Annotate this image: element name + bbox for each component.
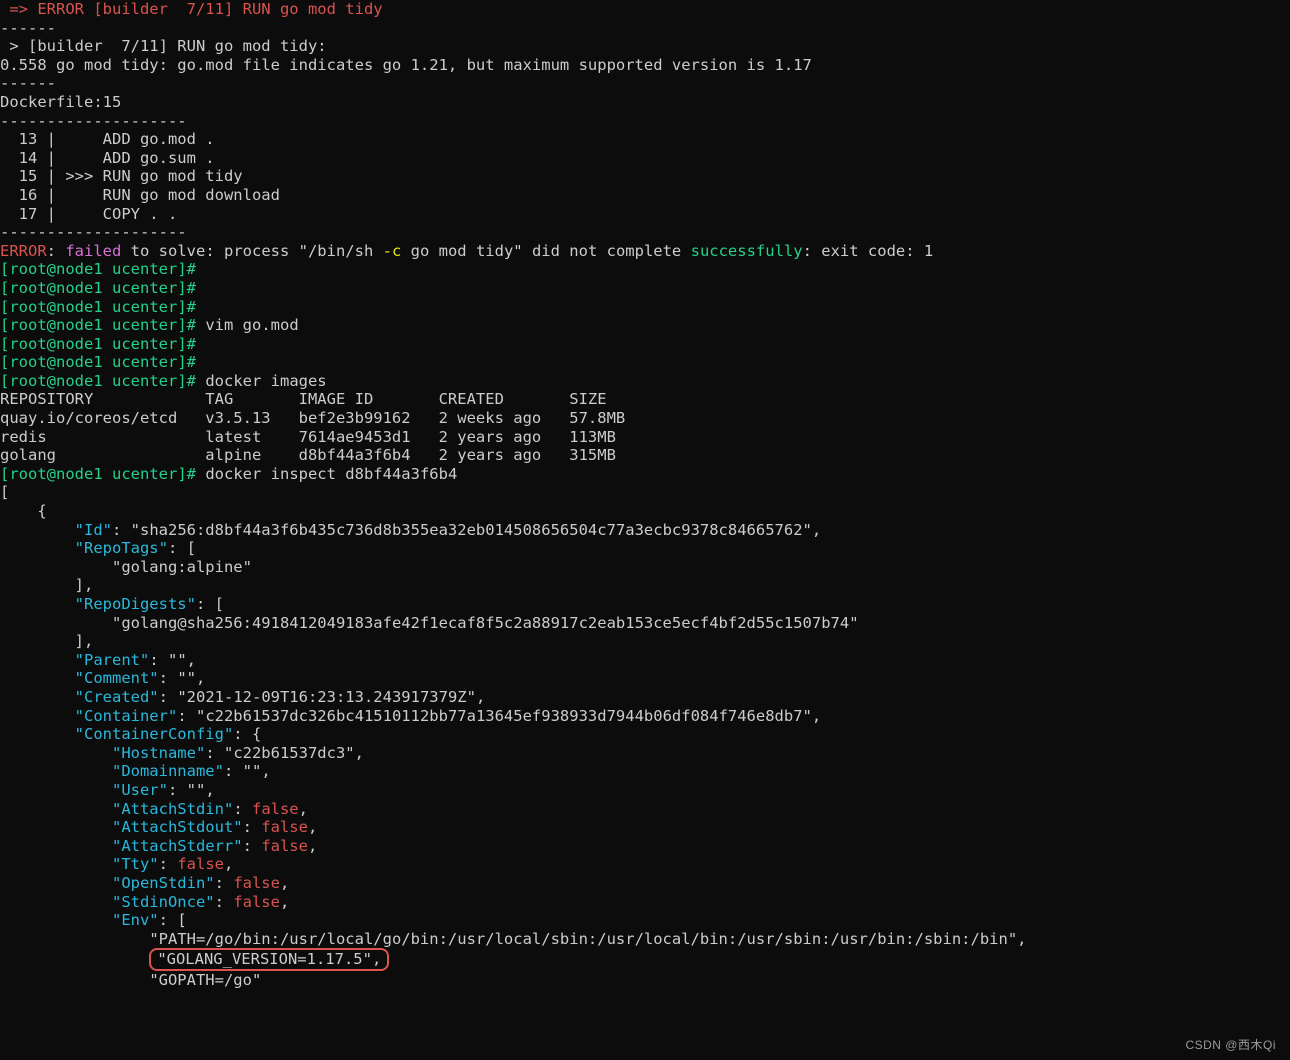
table-row: golang alpine d8bf44a3f6b4 2 years ago 3… bbox=[0, 446, 616, 464]
json-key: "AttachStdout" bbox=[112, 818, 243, 836]
error-label: ERROR bbox=[0, 242, 47, 260]
json-string: "golang:alpine" bbox=[112, 558, 252, 576]
json-string: "GOPATH=/go" bbox=[149, 971, 261, 989]
json-key: "Id" bbox=[75, 521, 112, 539]
log-line: 0.558 go mod tidy: go.mod file indicates… bbox=[0, 56, 812, 74]
json-key: "StdinOnce" bbox=[112, 893, 215, 911]
json-bool: false bbox=[261, 837, 308, 855]
json-key: "ContainerConfig" bbox=[75, 725, 234, 743]
shell-prompt: root@node1 ucenter bbox=[9, 260, 177, 278]
json-string: "" bbox=[187, 781, 206, 799]
shell-prompt: root@node1 ucenter bbox=[9, 316, 177, 334]
json-key: "Tty" bbox=[112, 855, 159, 873]
json-key: "RepoDigests" bbox=[75, 595, 196, 613]
log-line: > [builder 7/11] RUN go mod tidy: bbox=[0, 37, 327, 55]
json-line: ], bbox=[0, 632, 93, 650]
table-row: quay.io/coreos/etcd v3.5.13 bef2e3b99162… bbox=[0, 409, 625, 427]
shell-prompt: root@node1 ucenter bbox=[9, 353, 177, 371]
divider: ------ bbox=[0, 74, 56, 92]
json-bool: false bbox=[177, 855, 224, 873]
json-key: "Created" bbox=[75, 688, 159, 706]
divider: -------------------- bbox=[0, 223, 187, 241]
json-string: "" bbox=[243, 762, 262, 780]
cmd-docker-images: docker images bbox=[205, 372, 326, 390]
json-key: "Comment" bbox=[75, 669, 159, 687]
dockerfile-line: 16 | RUN go mod download bbox=[0, 186, 280, 204]
table-row: redis latest 7614ae9453d1 2 years ago 11… bbox=[0, 428, 616, 446]
cmd-vim: vim go.mod bbox=[205, 316, 298, 334]
highlight-golang-version: "GOLANG_VERSION=1.17.5", bbox=[149, 948, 389, 971]
json-key: "Hostname" bbox=[112, 744, 205, 762]
divider: -------------------- bbox=[0, 112, 187, 130]
json-string: "2021-12-09T16:23:13.243917379Z" bbox=[177, 688, 476, 706]
json-key: "RepoTags" bbox=[75, 539, 168, 557]
json-bool: false bbox=[233, 874, 280, 892]
dockerfile-ref: Dockerfile:15 bbox=[0, 93, 121, 111]
json-string: "PATH=/go/bin:/usr/local/go/bin:/usr/loc… bbox=[149, 930, 1017, 948]
error-step-line: => ERROR [builder 7/11] RUN go mod tidy bbox=[0, 0, 383, 18]
json-line: [ bbox=[0, 483, 9, 501]
json-key: "Env" bbox=[112, 911, 159, 929]
cmd-docker-inspect: docker inspect d8bf44a3f6b4 bbox=[205, 465, 457, 483]
json-string: "golang@sha256:4918412049183afe42f1ecaf8… bbox=[112, 614, 859, 632]
shell-prompt: root@node1 ucenter bbox=[9, 372, 177, 390]
json-key: "Parent" bbox=[75, 651, 150, 669]
json-string: "" bbox=[168, 651, 187, 669]
divider: ------ bbox=[0, 19, 56, 37]
json-key: "AttachStdin" bbox=[112, 800, 233, 818]
json-key: "Container" bbox=[75, 707, 178, 725]
json-key: "Domainname" bbox=[112, 762, 224, 780]
json-string: "c22b61537dc326bc41510112bb77a13645ef938… bbox=[196, 707, 812, 725]
json-string: "" bbox=[177, 669, 196, 687]
json-string: "c22b61537dc3" bbox=[224, 744, 355, 762]
watermark: CSDN @西木Qi bbox=[1185, 1038, 1276, 1052]
json-line: ], bbox=[0, 576, 93, 594]
shell-prompt: root@node1 ucenter bbox=[9, 465, 177, 483]
shell-prompt: root@node1 ucenter bbox=[9, 298, 177, 316]
table-header: REPOSITORY TAG IMAGE ID CREATED SIZE bbox=[0, 390, 607, 408]
json-key: "User" bbox=[112, 781, 168, 799]
error-failed: failed bbox=[65, 242, 121, 260]
dockerfile-line: 13 | ADD go.mod . bbox=[0, 130, 215, 148]
json-bool: false bbox=[252, 800, 299, 818]
shell-prompt: root@node1 ucenter bbox=[9, 335, 177, 353]
json-string: "sha256:d8bf44a3f6b435c736d8b355ea32eb01… bbox=[131, 521, 812, 539]
json-key: "AttachStderr" bbox=[112, 837, 243, 855]
shell-prompt: root@node1 ucenter bbox=[9, 279, 177, 297]
terminal-output[interactable]: => ERROR [builder 7/11] RUN go mod tidy … bbox=[0, 0, 1290, 989]
dockerfile-line: 14 | ADD go.sum . bbox=[0, 149, 215, 167]
json-bool: false bbox=[261, 818, 308, 836]
json-bool: false bbox=[233, 893, 280, 911]
dockerfile-line: 15 | >>> RUN go mod tidy bbox=[0, 167, 243, 185]
dockerfile-line: 17 | COPY . . bbox=[0, 205, 177, 223]
json-line: { bbox=[0, 502, 47, 520]
json-key: "OpenStdin" bbox=[112, 874, 215, 892]
